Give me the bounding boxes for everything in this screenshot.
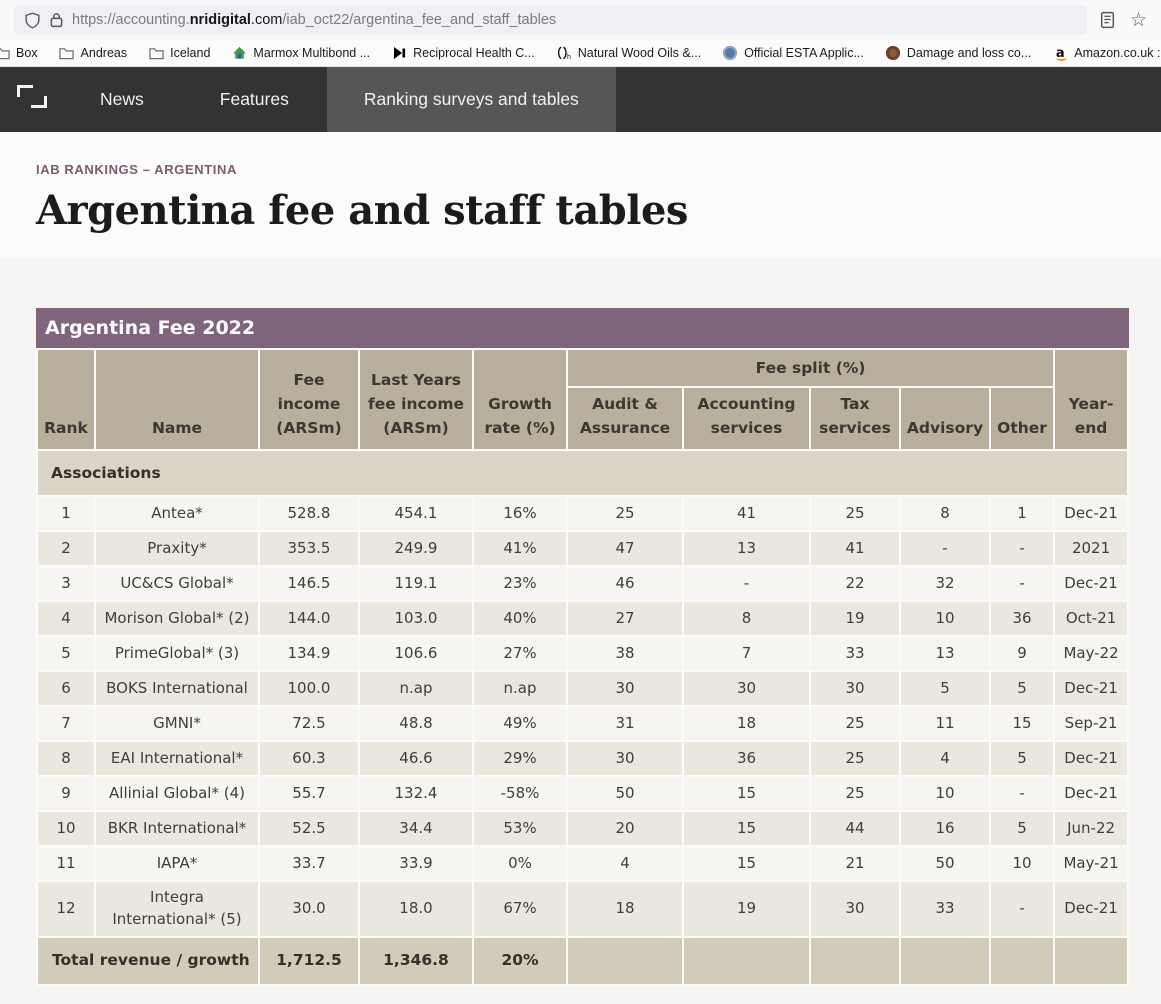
bookmark-label: Amazon.co.uk : bug...: [1074, 46, 1161, 60]
table-row: 7GMNI*72.548.849%3118251115Sep-21: [38, 707, 1127, 740]
bookmark-item[interactable]: h Natural Wood Oils &...: [556, 45, 701, 61]
table-row: 11IAPA*33.733.90%415215010May-21: [38, 847, 1127, 880]
col-header-fee-income: Fee income (ARSm): [260, 350, 358, 449]
table-row: 9Allinial Global* (4)55.7132.4-58%501525…: [38, 777, 1127, 810]
bookmark-item[interactable]: Box: [0, 45, 38, 61]
folder-icon: [148, 45, 164, 61]
col-header-accounting: Accounting services: [684, 388, 809, 449]
page-hero: IAB RANKINGS – ARGENTINA Argentina fee a…: [0, 132, 1161, 258]
url-bar[interactable]: https://accounting.nridigital.com/iab_oc…: [14, 5, 1087, 35]
table-row: 1Antea*528.8454.116%25412581Dec-21: [38, 497, 1127, 530]
col-header-last-year: Last Years fee income (ARSm): [360, 350, 472, 449]
table-row: 8EAI International*60.346.629%30362545De…: [38, 742, 1127, 775]
table-row: 5PrimeGlobal* (3)134.9106.627%38733139Ma…: [38, 637, 1127, 670]
section-row: Associations: [38, 451, 1127, 495]
bookmark-star-icon[interactable]: ☆: [1130, 11, 1147, 30]
table-row: 3UC&CS Global*146.5119.123%46-2232-Dec-2…: [38, 567, 1127, 600]
bookmark-label: Natural Wood Oils &...: [578, 46, 701, 60]
col-header-year-end: Year-end: [1055, 350, 1127, 449]
col-header-name: Name: [96, 350, 258, 449]
table-row: 12Integra International* (5)30.018.067%1…: [38, 882, 1127, 936]
fee-table-grid: Rank Name Fee income (ARSm) Last Years f…: [36, 348, 1129, 986]
total-fee-income: 1,712.5: [260, 938, 358, 984]
table-row: 10BKR International*52.534.453%201544165…: [38, 812, 1127, 845]
oils-icon: h: [556, 45, 572, 61]
total-last-year: 1,346.8: [360, 938, 472, 984]
lock-icon[interactable]: [49, 12, 64, 28]
reader-mode-icon[interactable]: [1099, 11, 1116, 29]
bookmark-label: Damage and loss co...: [907, 46, 1031, 60]
col-header-audit: Audit & Assurance: [568, 388, 682, 449]
table-title: Argentina Fee 2022: [36, 308, 1129, 348]
col-header-other: Other: [991, 388, 1053, 449]
table-row: 6BOKS International100.0n.apn.ap30303055…: [38, 672, 1127, 705]
shield-icon[interactable]: [24, 12, 41, 29]
bookmark-item[interactable]: Andreas: [59, 45, 128, 61]
nav-item-news[interactable]: News: [62, 67, 182, 132]
col-header-advisory: Advisory: [901, 388, 989, 449]
total-growth: 20%: [474, 938, 566, 984]
bookmarks-bar: Box Andreas Iceland Marmox Multibond ... Rec…: [0, 40, 1161, 67]
amazon-icon: a: [1052, 45, 1068, 61]
main-content: Argentina Fee 2022 Rank Name Fee income …: [0, 258, 1161, 1004]
table-row: 2Praxity*353.5249.941%471341--2021: [38, 532, 1127, 565]
url-row: https://accounting.nridigital.com/iab_oc…: [0, 0, 1161, 40]
site-logo-icon[interactable]: [0, 67, 62, 132]
bookmark-label: Official ESTA Applic...: [744, 46, 864, 60]
bookmark-label: Andreas: [81, 46, 128, 60]
folder-icon: [0, 45, 10, 61]
col-header-fee-split: Fee split (%): [568, 350, 1053, 386]
browser-chrome: https://accounting.nridigital.com/iab_oc…: [0, 0, 1161, 67]
bookmark-label: Marmox Multibond ...: [253, 46, 370, 60]
bookmark-label: Iceland: [170, 46, 210, 60]
bookmark-item[interactable]: Damage and loss co...: [885, 45, 1031, 61]
bookmark-item[interactable]: Marmox Multibond ...: [231, 45, 370, 61]
house-icon: [231, 45, 247, 61]
total-label: Total revenue / growth: [38, 938, 258, 984]
bookmark-label: Reciprocal Health C...: [413, 46, 535, 60]
col-header-growth: Growth rate (%): [474, 350, 566, 449]
bookmark-item[interactable]: Official ESTA Applic...: [722, 45, 864, 61]
col-header-rank: Rank: [38, 350, 94, 449]
page-eyebrow: IAB RANKINGS – ARGENTINA: [36, 162, 1161, 177]
bookmark-item[interactable]: Iceland: [148, 45, 210, 61]
page-title: Argentina fee and staff tables: [36, 187, 1161, 234]
svg-text:h: h: [567, 54, 571, 60]
play-icon: [391, 45, 407, 61]
col-header-tax: Tax services: [811, 388, 899, 449]
fee-table: Argentina Fee 2022 Rank Name Fee income …: [36, 308, 1129, 986]
bookmark-label: Box: [16, 46, 38, 60]
table-row: 4Morison Global* (2)144.0103.040%2781910…: [38, 602, 1127, 635]
brown-circle-icon: [885, 45, 901, 61]
site-nav: News Features Ranking surveys and tables: [0, 67, 1161, 132]
nav-item-ranking-surveys[interactable]: Ranking surveys and tables: [327, 67, 616, 132]
url-text: https://accounting.nridigital.com/iab_oc…: [72, 12, 556, 28]
nav-item-features[interactable]: Features: [182, 67, 327, 132]
bookmark-item[interactable]: a Amazon.co.uk : bug...: [1052, 45, 1161, 61]
total-row: Total revenue / growth 1,712.5 1,346.8 2…: [38, 938, 1127, 984]
folder-icon: [59, 45, 75, 61]
section-header: Associations: [38, 451, 1127, 495]
bookmark-item[interactable]: Reciprocal Health C...: [391, 45, 535, 61]
badge-icon: [722, 45, 738, 61]
table-body: Associations 1Antea*528.8454.116%2541258…: [38, 451, 1127, 984]
